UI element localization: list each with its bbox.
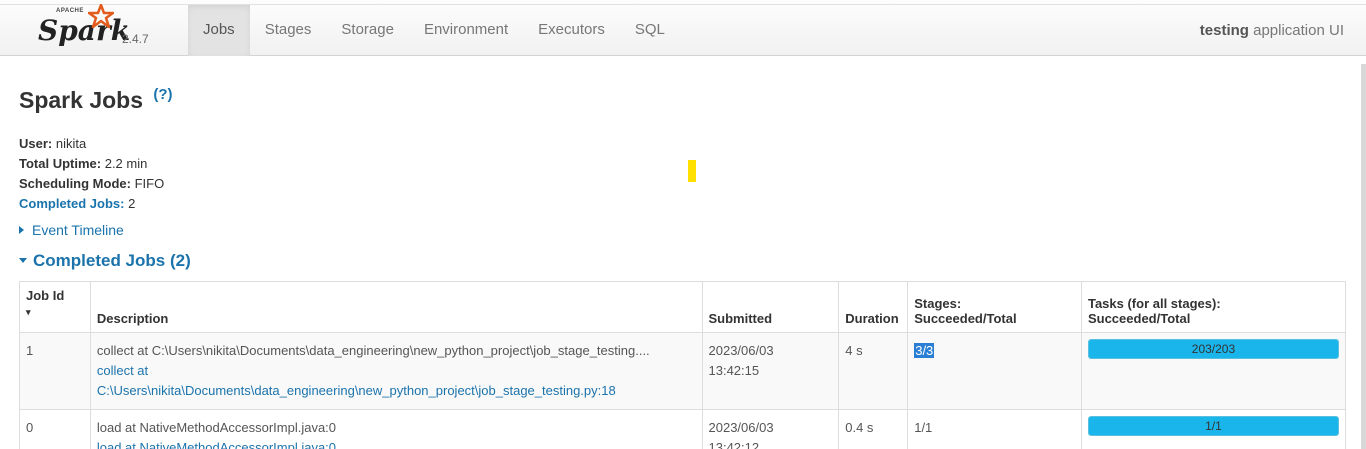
cell-stages: 1/1	[907, 409, 1082, 449]
cell-stages: 3/3	[907, 332, 1082, 410]
help-link[interactable]: (?)	[153, 86, 172, 103]
table-row: 1 collect at C:\Users\nikita\Documents\d…	[19, 332, 1347, 410]
cell-description: collect at C:\Users\nikita\Documents\dat…	[89, 332, 703, 410]
logo-spark-text: Spark	[38, 14, 131, 47]
summary-user: User: nikita	[19, 134, 164, 154]
summary-mode-value: FIFO	[134, 176, 165, 191]
summary-user-label: User:	[19, 136, 53, 151]
application-title: testing application UI	[1200, 22, 1344, 39]
job-detail-link[interactable]: load at NativeMethodAccessorImpl.java:0	[97, 438, 696, 449]
submitted-date: 2023/06/03	[708, 420, 774, 435]
cell-tasks: 203/203	[1080, 332, 1347, 410]
tasks-progress-text: 1/1	[1205, 419, 1222, 433]
job-detail-link[interactable]: collect at C:\Users\nikita\Documents\dat…	[97, 361, 696, 401]
completed-jobs-title: Completed Jobs (2)	[33, 251, 191, 270]
tasks-progress-bar: 1/1	[1087, 416, 1339, 436]
tab-jobs[interactable]: Jobs	[188, 5, 250, 56]
summary-user-value: nikita	[55, 136, 87, 151]
summary-uptime-label: Total Uptime:	[19, 156, 102, 171]
tab-storage[interactable]: Storage	[326, 5, 409, 56]
cell-submitted: 2023/06/03 13:42:15	[701, 332, 840, 410]
app-name: testing	[1199, 22, 1249, 39]
sort-desc-icon: ▾	[26, 307, 31, 317]
completed-jobs-header[interactable]: Completed Jobs (2)	[19, 251, 191, 271]
summary-completed-value: 2	[128, 196, 136, 211]
submitted-time: 13:42:12	[708, 440, 760, 449]
cell-duration: 0.4 s	[838, 409, 909, 449]
job-link-line2: C:\Users\nikita\Documents\data_engineeri…	[96, 383, 616, 398]
submitted-date: 2023/06/03	[708, 343, 774, 358]
tab-environment[interactable]: Environment	[409, 5, 523, 56]
tab-stages[interactable]: Stages	[250, 5, 327, 56]
header-tasks-bottom: Succeeded/Total	[1087, 311, 1191, 326]
spark-star-icon	[88, 4, 114, 28]
page-title: Spark Jobs (?)	[19, 86, 173, 114]
job-summary: User: nikita Total Uptime: 2.2 min Sched…	[19, 134, 164, 214]
tasks-progress-bar: 203/203	[1087, 339, 1339, 359]
tab-sql[interactable]: SQL	[620, 5, 680, 56]
spark-version: 2.4.7	[122, 32, 149, 46]
cell-job-id: 0	[19, 409, 91, 449]
header-stages-top: Stages:	[914, 296, 962, 311]
event-timeline-toggle[interactable]: Event Timeline	[19, 222, 124, 238]
collapse-arrow-icon	[19, 258, 27, 263]
summary-uptime: Total Uptime: 2.2 min	[19, 154, 164, 174]
header-job-id[interactable]: Job Id ▾	[19, 281, 91, 333]
tasks-progress-text: 203/203	[1191, 342, 1236, 356]
page-title-text: Spark Jobs	[19, 87, 143, 113]
header-job-id-label: Job Id	[26, 288, 65, 303]
table-row: 0 load at NativeMethodAccessorImpl.java:…	[19, 409, 1347, 449]
header-description[interactable]: Description	[89, 281, 703, 333]
stages-value-selected: 3/3	[914, 343, 935, 358]
cell-submitted: 2023/06/03 13:42:12	[701, 409, 840, 449]
submitted-time: 13:42:15	[708, 363, 760, 378]
summary-uptime-value: 2.2 min	[104, 156, 148, 171]
header-stages[interactable]: Stages: Succeeded/Total	[907, 281, 1082, 333]
nav-tabs: Jobs Stages Storage Environment Executor…	[188, 5, 680, 56]
header-duration[interactable]: Duration	[838, 281, 909, 333]
completed-jobs-link[interactable]: Completed Jobs:	[19, 196, 124, 211]
header-tasks[interactable]: Tasks (for all stages): Succeeded/Total	[1080, 281, 1347, 333]
cell-duration: 4 s	[838, 332, 909, 410]
header-submitted[interactable]: Submitted	[701, 281, 840, 333]
description-text: collect at C:\Users\nikita\Documents\dat…	[96, 343, 650, 358]
tab-executors[interactable]: Executors	[523, 5, 620, 56]
description-text: load at NativeMethodAccessorImpl.java:0	[96, 420, 337, 435]
cell-tasks: 1/1	[1080, 409, 1347, 449]
header-stages-bottom: Succeeded/Total	[914, 311, 1017, 326]
table-header-row: Job Id ▾ Description Submitted Duration …	[19, 281, 1347, 333]
summary-mode-label: Scheduling Mode:	[19, 176, 131, 191]
header-tasks-top: Tasks (for all stages):	[1087, 296, 1221, 311]
page-scrollbar[interactable]	[1361, 64, 1366, 449]
summary-completed-jobs: Completed Jobs: 2	[19, 194, 164, 214]
summary-scheduling-mode: Scheduling Mode: FIFO	[19, 174, 164, 194]
app-suffix: application UI	[1253, 22, 1344, 39]
top-navbar: APACHE Spark 2.4.7 Jobs Stages Storage E…	[0, 0, 1366, 56]
job-link-line1: collect at	[96, 363, 149, 378]
cell-job-id: 1	[19, 332, 91, 410]
spark-logo[interactable]: APACHE Spark 2.4.7	[38, 4, 158, 52]
text-cursor-highlight	[688, 160, 696, 182]
expand-arrow-icon	[19, 226, 24, 234]
cell-description: load at NativeMethodAccessorImpl.java:0 …	[89, 409, 703, 449]
completed-jobs-table: Job Id ▾ Description Submitted Duration …	[19, 281, 1347, 449]
event-timeline-label: Event Timeline	[32, 222, 124, 238]
